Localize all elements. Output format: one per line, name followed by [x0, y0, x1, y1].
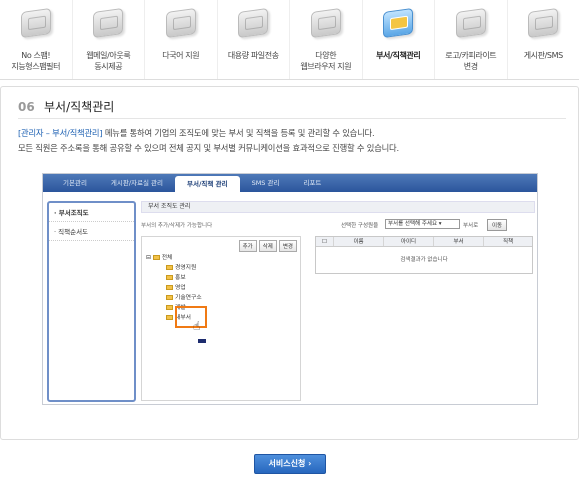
- sidebar-item-org-chart[interactable]: · 부서조직도: [49, 203, 134, 222]
- section-title: 부서/직책관리: [44, 100, 115, 114]
- large-file-icon: [238, 7, 269, 39]
- add-button[interactable]: 추가: [238, 240, 257, 252]
- grid-col-dept: 부서: [434, 237, 484, 246]
- tree-node[interactable]: 경영지원: [146, 263, 202, 273]
- folder-icon: [166, 265, 173, 270]
- panel-hint: 부서의 추가/삭제가 가능합니다: [141, 223, 213, 229]
- tree-button-group: 추가 삭제 변경: [238, 240, 297, 252]
- nav-item-webmail[interactable]: 웹메일/아웃룩 동시제공: [73, 0, 145, 79]
- description-text: 메뉴를 통하여 기업의 조직도에 맞는 부서 및 직책을 등록 및 관리할 수 …: [102, 128, 375, 138]
- spam-filter-icon: [20, 7, 51, 39]
- nav-item-browser[interactable]: 다양한 웹브라우저 지원: [290, 0, 363, 79]
- service-apply-button[interactable]: 서비스신청 ›: [254, 454, 326, 474]
- tab-basic[interactable]: 기본관리: [51, 174, 99, 192]
- admin-sidebar: · 부서조직도 · 직책순서도: [47, 201, 136, 402]
- department-select[interactable]: 부서를 선택해 주세요 ▾: [385, 219, 460, 229]
- description-line-1: [관리자 – 부서/직책관리] 메뉴를 통하여 기업의 조직도에 맞는 부서 및…: [18, 127, 375, 139]
- tree-node-label: 경영지원: [175, 265, 197, 271]
- select-all-checkbox[interactable]: ☐: [316, 237, 334, 246]
- multilanguage-icon: [165, 7, 196, 39]
- move-button[interactable]: 이동: [487, 219, 508, 231]
- nav-item-department[interactable]: 부서/직책관리: [363, 0, 435, 79]
- tree-node-label: 전체: [161, 255, 173, 261]
- nav-item-multilanguage[interactable]: 다국어 지원: [145, 0, 218, 79]
- browser-icon: [310, 7, 341, 39]
- department-tree-box: 추가 삭제 변경 ⊟ 전체 경영지원 홍보 영업 기술연구소 개발 새부서: [141, 236, 301, 401]
- section-number: 06: [18, 100, 35, 114]
- description-line-2: 모든 직원은 주소록을 통해 공유할 수 있으며 전체 공지 및 부서별 커뮤니…: [18, 143, 399, 153]
- nav-label: 게시판/SMS: [523, 51, 563, 60]
- nav-item-logo-copyright[interactable]: 로고/카피라이트 변경: [435, 0, 508, 79]
- select-value: 부서를 선택해 주세요: [388, 221, 438, 227]
- feature-nav: No 스팸! 지능형스팸필터 웹메일/아웃룩 동시제공 다국어 지원 대용량 파…: [0, 0, 579, 80]
- org-chart-panel: 부서 조직도 관리 부서의 추가/삭제가 가능합니다 추가 삭제 변경 ⊟ 전체…: [141, 201, 535, 401]
- grid-empty-message: 검색결과가 없습니다: [400, 257, 448, 263]
- section-divider: [18, 118, 566, 119]
- grid-col-name: 이름: [334, 237, 384, 246]
- tab-report[interactable]: 리포트: [291, 174, 333, 192]
- tab-board[interactable]: 게시판/자료실 관리: [99, 174, 175, 192]
- group-label: 선택한 구성원을: [341, 223, 379, 229]
- grid-col-id: 아이디: [384, 237, 434, 246]
- folder-icon: [166, 295, 173, 300]
- nav-item-spam-filter[interactable]: No 스팸! 지능형스팸필터: [0, 0, 73, 79]
- hand-cursor-icon: ☝: [193, 319, 201, 333]
- folder-icon: [166, 275, 173, 280]
- nav-item-board-sms[interactable]: 게시판/SMS: [508, 0, 579, 79]
- cursor-shadow: [198, 339, 206, 343]
- tree-node-label: 영업: [175, 285, 186, 291]
- panel-title: 부서 조직도 관리: [141, 201, 535, 213]
- admin-screenshot: 기본관리 게시판/자료실 관리 부서/직책 관리 SMS 관리 리포트 · 부서…: [42, 173, 538, 405]
- tree-node-label: 홍보: [175, 275, 186, 281]
- folder-icon: [166, 315, 173, 320]
- sidebar-item-position-order[interactable]: · 직책순서도: [49, 222, 134, 241]
- folder-icon: [152, 255, 160, 260]
- nav-label: 웹메일/아웃룩 동시제공: [86, 51, 131, 71]
- nav-label: 대용량 파일전송: [227, 51, 279, 60]
- change-button[interactable]: 변경: [278, 240, 297, 252]
- grid-header: ☐ 이름 아이디 부서 직책: [316, 237, 532, 247]
- select-suffix: 부서로: [463, 223, 479, 229]
- nav-label: No 스팸! 지능형스팸필터: [11, 51, 61, 71]
- tab-sms[interactable]: SMS 관리: [240, 174, 292, 192]
- grid-col-position: 직책: [502, 239, 514, 245]
- tree-node[interactable]: 홍보: [146, 273, 202, 283]
- nav-label: 다국어 지원: [162, 51, 200, 60]
- folder-icon: [166, 285, 173, 290]
- sidebar-item-label: 직책순서도: [58, 228, 89, 236]
- nav-label: 다양한 웹브라우저 지원: [300, 51, 352, 71]
- nav-item-large-file[interactable]: 대용량 파일전송: [218, 0, 290, 79]
- webmail-icon: [93, 7, 124, 39]
- tab-department[interactable]: 부서/직책 관리: [175, 176, 240, 192]
- logo-copyright-icon: [455, 7, 486, 39]
- admin-tab-bar: 기본관리 게시판/자료실 관리 부서/직책 관리 SMS 관리 리포트: [43, 174, 537, 192]
- delete-button[interactable]: 삭제: [258, 240, 277, 252]
- nav-label: 부서/직책관리: [376, 51, 421, 60]
- highlight-box: [175, 306, 207, 328]
- department-icon: [383, 7, 414, 39]
- nav-label: 로고/카피라이트 변경: [445, 51, 497, 71]
- folder-icon: [166, 305, 173, 310]
- tree-root[interactable]: ⊟ 전체: [146, 253, 202, 263]
- board-sms-icon: [528, 7, 559, 39]
- tree-node[interactable]: 영업: [146, 283, 202, 293]
- tree-node[interactable]: 기술연구소: [146, 293, 202, 303]
- description-highlight: [관리자 – 부서/직책관리]: [18, 128, 103, 138]
- sidebar-item-label: 부서조직도: [58, 209, 89, 217]
- member-grid: ☐ 이름 아이디 부서 직책 검색결과가 없습니다: [315, 236, 533, 274]
- tree-node-label: 기술연구소: [175, 295, 202, 301]
